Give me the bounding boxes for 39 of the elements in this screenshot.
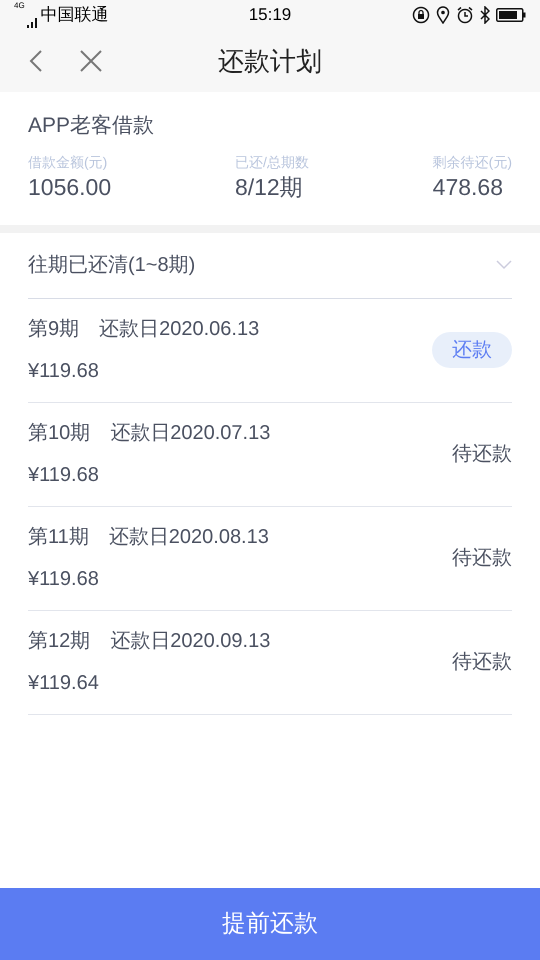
stat-value: 8/12期 [234,174,303,200]
page-title: 还款计划 [218,44,322,78]
loan-name: APP老客借款 [28,113,156,139]
due-date: 还款日2020.06.13 [99,317,260,342]
due-date: 还款日2020.07.13 [110,421,270,446]
bluetooth-icon [480,6,490,24]
period-label: 第12期 [28,629,90,654]
period-label: 第11期 [28,525,89,550]
paid-periods-label: 往期已还清(1~8期) [28,253,196,278]
close-icon [80,50,102,72]
signal-icon [26,16,39,28]
repay-button[interactable]: 还款 [432,332,512,368]
amount: ¥119.68 [28,567,100,592]
carrier-name: 中国联通 [40,4,109,26]
amount: ¥119.68 [28,359,100,384]
due-date: 还款日2020.08.13 [108,525,269,550]
due-date: 还款日2020.09.13 [110,629,270,654]
prepay-button[interactable]: 提前还款 [0,888,540,960]
alarm-icon [456,6,474,24]
clock: 15:19 [248,5,292,24]
stat-value: 478.68 [432,174,504,200]
period-label: 第10期 [28,421,90,446]
stat-label: 已还/总期数 [234,152,309,172]
status-label: 待还款 [452,546,512,571]
status-label: 待还款 [452,442,512,467]
amount: ¥119.68 [28,463,100,488]
stat-label: 借款金额(元) [28,152,108,172]
status-label: 待还款 [452,650,512,675]
paid-periods-row[interactable]: 往期已还清(1~8期) [28,232,512,298]
period-label: 第9期 [28,317,80,342]
close-button[interactable] [78,48,104,74]
stat-value: 1056.00 [28,174,112,200]
amount: ¥119.64 [28,671,100,696]
back-icon [29,49,43,73]
location-icon [436,6,450,24]
rotation-lock-icon [412,6,430,24]
stat-label: 剩余待还(元) [432,152,512,172]
battery-icon [496,8,526,22]
network-label: 4G [14,2,25,10]
